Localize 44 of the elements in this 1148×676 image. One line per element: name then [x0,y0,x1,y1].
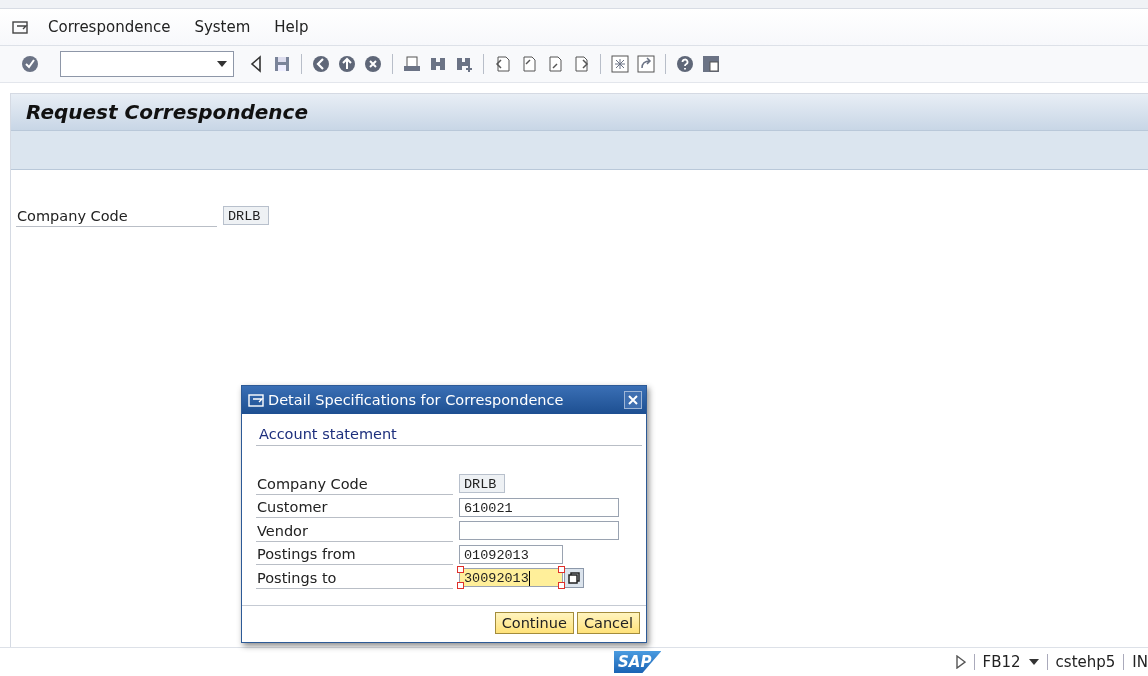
field-label: Vendor [256,519,453,542]
section-title: Account statement [256,424,642,446]
field-label: Postings from [256,543,453,566]
dialog-title: Detail Specifications for Correspondence [268,392,565,408]
first-page-icon[interactable] [493,54,513,74]
input-field[interactable]: 610021 [459,497,619,517]
layout-icon[interactable] [701,54,721,74]
command-field[interactable] [60,51,234,77]
menu-item[interactable]: Help [274,18,309,36]
field-label: Customer [256,496,453,519]
help-icon[interactable] [675,54,695,74]
field-label: Postings to [256,566,453,589]
menu-item[interactable]: Correspondence [48,18,171,36]
print-icon[interactable] [402,54,422,74]
dropdown-caret-icon[interactable] [217,61,227,67]
menu-item[interactable]: System [194,18,251,36]
copy-icon [568,571,580,584]
expand-triangle-icon[interactable] [955,655,966,669]
screen-title: Request Correspondence [26,100,308,124]
field-label: Company Code [16,204,217,227]
status-item: IN [1132,653,1148,671]
status-item: cstehp5 [1055,653,1116,671]
close-icon [628,395,638,405]
display-field: DRLB [459,474,505,494]
input-field[interactable]: 01092013 [459,544,563,564]
field-label: Company Code [256,472,453,495]
shortcut-icon[interactable] [636,54,656,74]
cancel-icon[interactable] [363,54,383,74]
check-icon[interactable] [20,54,40,74]
dialog-button[interactable]: Continue [494,612,574,634]
input-field[interactable]: 30092013 [459,568,563,588]
value-help-button[interactable] [564,567,584,588]
display-field: DRLB [223,206,269,225]
window-menu-icon[interactable] [12,19,28,35]
exit-icon[interactable] [337,54,357,74]
input-field[interactable] [459,521,619,541]
dialog-button[interactable]: Cancel [576,612,640,634]
back-icon[interactable] [311,54,331,74]
close-button[interactable] [624,391,642,409]
logo: SAP [614,651,662,673]
text-cursor [528,571,530,587]
status-item[interactable]: FB12 [982,653,1021,671]
save-icon[interactable] [272,54,292,74]
dropdown-caret-icon[interactable] [1028,659,1039,665]
